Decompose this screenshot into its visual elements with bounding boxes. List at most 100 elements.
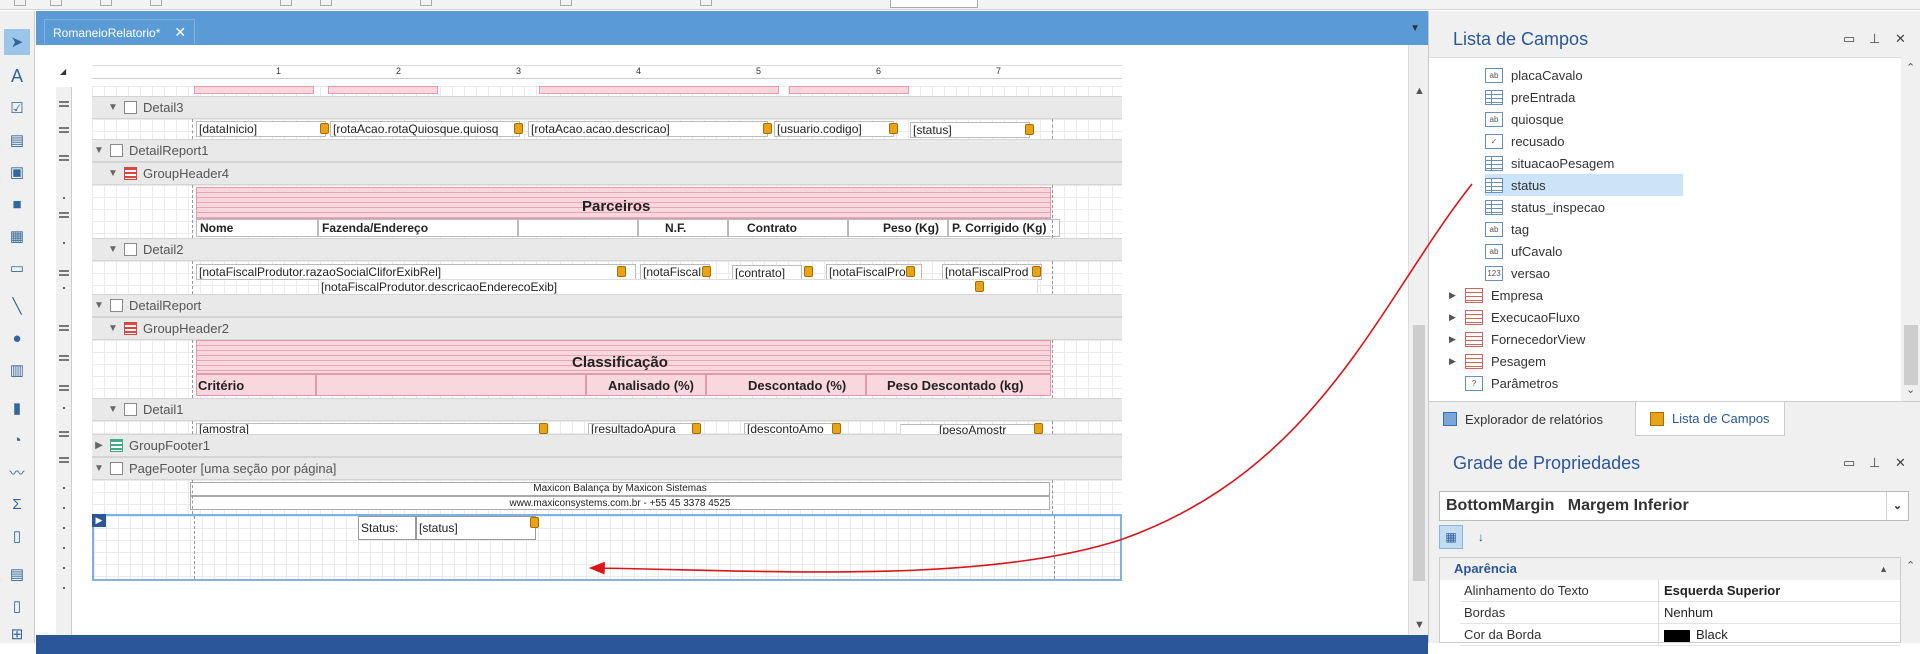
fields-scrollbar[interactable]: ⌃ ⌄ [1901,57,1920,401]
scrollbar-thumb[interactable] [1413,325,1425,581]
header-analisado[interactable]: Analisado (%) [608,378,694,393]
checkbox-tool-icon[interactable]: ☑ [4,95,30,121]
scrollbar-thumb[interactable] [1904,325,1918,385]
field-item[interactable]: ab tag [1485,218,1529,240]
expand-icon[interactable]: ▶ [1449,312,1461,323]
designer-vertical-scrollbar[interactable]: ▲ ▼ [1408,45,1428,635]
band-detail3[interactable]: ▼ Detail3 [92,96,1122,119]
richtext-tool-icon[interactable]: ▤ [4,127,30,153]
pivot-grid-tool-icon[interactable]: ▤ [4,561,30,587]
panel-tool-icon[interactable]: ■ [4,191,30,217]
tab-romaneio-relatorio[interactable]: RomaneioRelatorio* ✕ [44,19,196,45]
shape-tool-icon[interactable]: ● [4,325,30,351]
field-item-status-selected[interactable]: status [1485,174,1683,196]
bottom-margin-band[interactable]: ▶ Status: [status] [92,514,1122,581]
header-peso[interactable]: Peso (Kg) [848,219,948,237]
toolbar-button[interactable] [700,0,712,6]
header-criterio[interactable]: Critério [198,378,244,393]
toolbar-button[interactable] [150,0,162,6]
band-detail1[interactable]: ▼ Detail1 [92,398,1122,421]
pin-icon[interactable]: ⊥ [1869,31,1880,47]
header-nf[interactable]: N.F. [638,219,728,237]
field-item[interactable]: preEntrada [1485,86,1575,108]
property-value[interactable]: Nenhum [1664,605,1713,620]
group-item[interactable]: ▶ ExecucaoFluxo [1449,306,1580,328]
toc-tool-icon[interactable]: ⊞ [4,621,30,647]
toolbar-button[interactable] [100,0,112,6]
toolbar-button[interactable] [420,0,432,6]
field-razao-social[interactable]: [notaFiscalProdutor.razaoSocialCliforExi… [196,264,636,280]
group-item[interactable]: ▶ FornecedorView [1449,328,1585,350]
scroll-down-icon[interactable]: ▼ [1414,619,1425,631]
page-info-tool-icon[interactable]: ▯ [4,523,30,549]
toolbar-button[interactable] [560,0,572,6]
tab-report-explorer[interactable]: Explorador de relatórios [1429,402,1617,436]
close-icon[interactable]: ✕ [1895,455,1906,471]
header-nome[interactable]: Nome [196,219,318,237]
field-status[interactable]: [status] [910,122,1030,138]
close-icon[interactable]: ✕ [1895,31,1906,47]
pointer-tool-icon[interactable]: ➤ [4,29,30,55]
band-detail2[interactable]: ▼ Detail2 [92,238,1122,261]
pin-icon[interactable]: ⊥ [1869,455,1880,471]
maximize-icon[interactable]: ▭ [1843,31,1855,47]
header-contrato[interactable]: Contrato [728,219,848,237]
gauge-tool-icon[interactable]: ◔ [4,427,30,453]
band-expand-icon[interactable]: ▶ [92,514,106,527]
object-selector[interactable]: BottomMargin Margem Inferior ⌄ [1439,491,1909,521]
chart-tool-icon[interactable]: ▮ [4,395,30,421]
expand-icon[interactable]: ▶ [1449,334,1461,345]
band-detail-report[interactable]: ▼ DetailReport [92,294,1122,317]
band-group-header2[interactable]: ▼ GroupHeader2 [92,317,1122,340]
field-rota-quiosque[interactable]: [rotaAcao.rotaQuiosque.quiosq [330,121,520,137]
field-data-inicio[interactable]: [dataInicio] [196,121,326,137]
band-detail-report1[interactable]: ▼ DetailReport1 [92,139,1122,162]
field-item[interactable]: ab placaCavalo [1485,64,1583,86]
tabs-dropdown-icon[interactable]: ▼ [1410,23,1420,34]
scroll-up-icon[interactable]: ⌃ [1906,559,1915,572]
field-item[interactable]: situacaoPesagem [1485,152,1614,174]
category-appearance[interactable]: Aparência ▲ [1440,558,1900,580]
parameters-item[interactable]: ? Parâmetros [1465,372,1558,394]
header-fazenda[interactable]: Fazenda/Endereço [318,219,518,237]
field-item[interactable]: ab ufCavalo [1485,240,1562,262]
field-descricao-endereco[interactable]: [notaFiscalProdutor.descricaoEnderecoExi… [318,279,1038,295]
chevron-down-icon[interactable]: ⌄ [1886,492,1908,520]
status-field[interactable]: [status] [416,516,536,540]
group-item[interactable]: ▶ Pesagem [1449,350,1546,372]
band-page-footer[interactable]: ▼ PageFooter [uma seção por página] [92,457,1122,480]
property-row[interactable]: Alinhamento do Texto Esquerda Superior [1460,580,1900,602]
page-break-tool-icon[interactable]: ▯ [4,593,30,619]
character-comb-tool-icon[interactable]: ▭ [4,255,30,281]
header-descontado[interactable]: Descontado (%) [748,378,846,393]
scroll-up-icon[interactable]: ⌃ [1906,61,1915,74]
scroll-down-icon[interactable]: ⌄ [1906,383,1915,396]
field-item[interactable]: 123 versao [1485,262,1550,284]
table-tool-icon[interactable]: ▦ [4,223,30,249]
property-row[interactable]: Bordas Nenhum [1460,602,1900,624]
collapse-icon[interactable]: ▲ [1879,558,1888,580]
sum-tool-icon[interactable]: Σ [4,491,30,517]
property-value[interactable]: Black [1696,627,1728,642]
toolbar-button[interactable] [14,0,26,6]
field-item[interactable]: status_inspecao [1485,196,1605,218]
group-item[interactable]: ▶ Empresa [1449,284,1543,306]
field-acao-descricao[interactable]: [rotaAcao.acao.descricao] [528,121,768,137]
toolbar-button[interactable] [50,0,62,6]
toolbar-button[interactable] [320,0,332,6]
scroll-up-icon[interactable]: ▲ [1414,85,1425,97]
barcode-tool-icon[interactable]: ▥ [4,357,30,383]
picture-tool-icon[interactable]: ▣ [4,159,30,185]
props-scrollbar[interactable]: ⌃ [1901,557,1920,643]
categorized-icon[interactable]: ▦ [1439,525,1463,549]
toolbar-button[interactable] [280,0,292,6]
property-value[interactable]: Esquerda Superior [1664,583,1780,598]
field-item[interactable]: ✓ recusado [1485,130,1564,152]
header-peso-corrigido[interactable]: P. Corrigido (Kg) [948,219,1060,237]
expand-icon[interactable]: ▶ [1449,356,1461,367]
band-group-footer1[interactable]: ▶ GroupFooter1 [92,434,1122,457]
tab-field-list[interactable]: Lista de Campos [1635,402,1785,436]
field-usuario-codigo[interactable]: [usuario.codigo] [774,121,894,137]
sort-alphabetical-icon[interactable]: ↓ [1469,525,1493,549]
sparkline-tool-icon[interactable]: 〰 [4,459,30,485]
